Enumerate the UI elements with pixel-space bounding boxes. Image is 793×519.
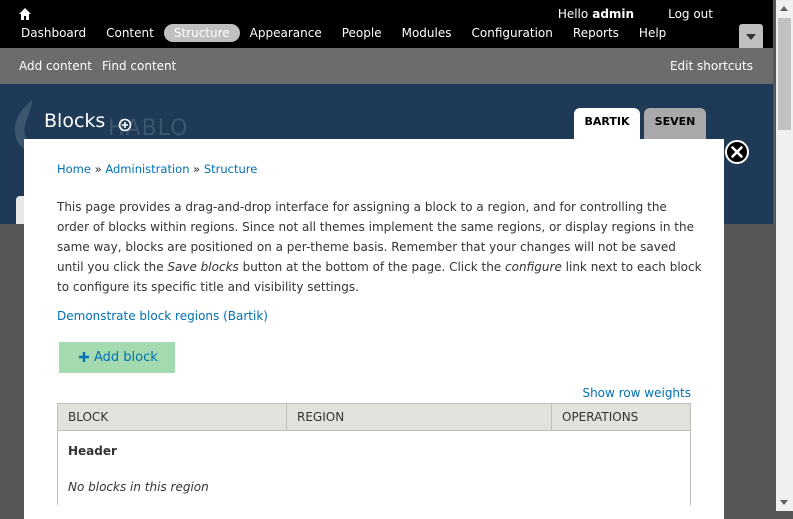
scroll-down-arrow-icon[interactable] <box>780 500 788 505</box>
user-area: Hello admin Log out <box>558 7 713 21</box>
tab-seven[interactable]: SEVEN <box>644 108 706 139</box>
menu-item-configuration[interactable]: Configuration <box>462 24 563 42</box>
shortcut-find-content[interactable]: Find content <box>102 59 176 73</box>
column-header-block: Block <box>57 403 287 431</box>
close-overlay-icon[interactable] <box>725 140 749 164</box>
add-block-label: Add block <box>94 350 158 365</box>
breadcrumb-home[interactable]: Home <box>57 162 91 176</box>
shortcut-add-content[interactable]: Add content <box>19 59 92 73</box>
admin-toolbar: Hello admin Log out Dashboard Content Stru… <box>0 0 773 48</box>
tab-bartik[interactable]: BARTIK <box>574 108 640 139</box>
description-configure: configure <box>505 260 562 274</box>
page-title: Blocks <box>44 110 106 132</box>
breadcrumb-separator: » <box>193 162 201 176</box>
region-title: Header <box>57 430 691 469</box>
menu-item-help[interactable]: Help <box>629 24 676 42</box>
column-header-region: Region <box>286 403 552 431</box>
menu-item-structure[interactable]: Structure <box>163 24 240 42</box>
demonstrate-block-regions-link[interactable]: Demonstrate block regions (Bartik) <box>57 309 268 323</box>
column-header-operations: Operations <box>551 403 691 431</box>
breadcrumb: Home » Administration » Structure <box>57 162 257 176</box>
logout-link[interactable]: Log out <box>668 7 713 21</box>
breadcrumb-administration[interactable]: Administration <box>105 162 189 176</box>
hello-text: Hello <box>557 7 589 21</box>
description-save-blocks: Save blocks <box>167 260 239 274</box>
description-text: button at the bottom of the page. Click … <box>238 260 505 274</box>
help-description: This page provides a drag-and-drop inter… <box>57 197 702 297</box>
menu-item-content[interactable]: Content <box>96 24 164 42</box>
add-block-button[interactable]: Add block <box>59 342 175 373</box>
menu-item-dashboard[interactable]: Dashboard <box>11 24 96 42</box>
shortcuts-bar: Add content Find content Edit shortcuts <box>0 48 773 84</box>
add-shortcut-icon[interactable] <box>118 118 132 132</box>
shortcuts-drawer-toggle[interactable] <box>739 24 763 48</box>
menu-item-modules[interactable]: Modules <box>392 24 462 42</box>
scrollbar-thumb[interactable] <box>778 18 791 130</box>
region-empty-message: No blocks in this region <box>57 469 691 505</box>
menu-item-appearance[interactable]: Appearance <box>240 24 332 42</box>
plus-icon <box>79 352 89 362</box>
table-header-row: Block Region Operations <box>57 403 691 431</box>
breadcrumb-structure[interactable]: Structure <box>204 162 258 176</box>
breadcrumb-separator: » <box>94 162 102 176</box>
region-empty-row: No blocks in this region <box>57 469 691 505</box>
page-scrollbar[interactable] <box>776 0 793 511</box>
home-icon[interactable] <box>18 7 32 21</box>
menu-item-reports[interactable]: Reports <box>563 24 629 42</box>
toolbar-menu: Dashboard Content Structure Appearance P… <box>11 24 676 42</box>
scroll-up-arrow-icon[interactable] <box>780 6 788 11</box>
username-link[interactable]: admin <box>592 7 634 21</box>
edit-shortcuts-link[interactable]: Edit shortcuts <box>670 59 753 73</box>
region-row-header: Header <box>57 430 691 469</box>
menu-item-people[interactable]: People <box>332 24 392 42</box>
show-row-weights-link[interactable]: Show row weights <box>582 386 691 400</box>
blocks-table: Block Region Operations Header No blocks… <box>57 403 691 505</box>
theme-tabs: BARTIK SEVEN <box>574 108 710 139</box>
